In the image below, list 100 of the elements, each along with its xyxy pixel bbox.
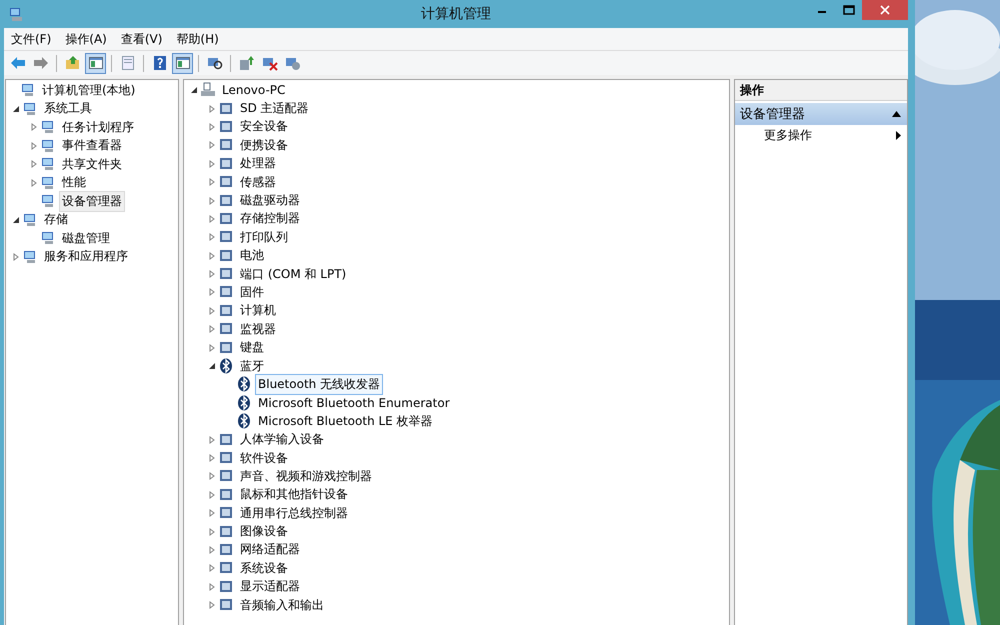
device-icon: [218, 118, 234, 135]
expand-arrow-icon[interactable]: [208, 325, 216, 334]
collapse-arrow-icon[interactable]: [12, 104, 20, 113]
device-icon: [218, 578, 234, 595]
submenu-arrow-icon: [896, 130, 901, 140]
tree-item[interactable]: 键盘: [237, 337, 267, 358]
tree-item[interactable]: 系统工具: [41, 98, 95, 120]
tree-item[interactable]: 计算机: [237, 300, 279, 322]
menu-item[interactable]: 查看(V): [120, 30, 162, 48]
tree-item[interactable]: 处理器: [237, 153, 279, 174]
device-icon: [218, 486, 234, 503]
tree-item[interactable]: 传感器: [237, 172, 279, 193]
tree-item[interactable]: 固件: [237, 282, 267, 303]
tree-item[interactable]: 系统设备: [237, 558, 291, 579]
expand-arrow-icon[interactable]: [208, 509, 216, 518]
tree-item[interactable]: 磁盘管理: [59, 228, 113, 249]
tree-item[interactable]: 事件查看器: [59, 135, 125, 156]
maximize-icon: [842, 5, 854, 15]
action-link[interactable]: 更多操作: [764, 126, 812, 144]
monitor-icon: [40, 193, 56, 210]
collapse-arrow-icon[interactable]: [190, 86, 198, 94]
expand-arrow-icon[interactable]: [208, 214, 216, 223]
expand-arrow-icon[interactable]: [12, 252, 20, 261]
menu-item[interactable]: 文件(F): [11, 30, 52, 48]
tree-item[interactable]: Microsoft Bluetooth Enumerator: [255, 394, 453, 412]
tree-item[interactable]: 鼠标和其他指针设备: [237, 484, 351, 506]
expand-arrow-icon[interactable]: [208, 270, 216, 278]
monitor-icon: [40, 138, 56, 154]
close-icon: [880, 5, 890, 15]
expand-arrow-icon[interactable]: [208, 490, 216, 499]
menu-item[interactable]: 操作(A): [65, 30, 107, 48]
pane-toggle-button[interactable]: [172, 52, 193, 74]
expand-arrow-icon[interactable]: [208, 528, 216, 536]
expand-arrow-icon[interactable]: [208, 472, 216, 480]
expand-arrow-icon[interactable]: [208, 582, 216, 591]
tree-item[interactable]: 打印队列: [237, 226, 291, 248]
collapse-arrow-icon[interactable]: [892, 111, 901, 117]
tree-item[interactable]: 存储: [41, 209, 71, 230]
expand-arrow-icon[interactable]: [30, 160, 38, 168]
tree-item[interactable]: 设备管理器: [59, 190, 125, 212]
tree-item[interactable]: 共享文件夹: [59, 154, 125, 175]
tree-item[interactable]: 性能: [59, 172, 89, 194]
section-header[interactable]: 设备管理器: [735, 103, 907, 125]
pane-toggle-button[interactable]: [85, 52, 106, 74]
expand-arrow-icon[interactable]: [208, 436, 216, 444]
tree-item[interactable]: Microsoft Bluetooth LE 枚举器: [255, 410, 436, 432]
expand-arrow-icon[interactable]: [208, 196, 216, 205]
computer-icon: [8, 6, 24, 22]
tree-item[interactable]: 显示适配器: [237, 576, 303, 598]
bluetooth-icon: [236, 394, 252, 411]
expand-arrow-icon[interactable]: [208, 306, 216, 315]
menu-item[interactable]: 帮助(H): [176, 30, 219, 48]
tree-item[interactable]: 服务和应用程序: [41, 246, 131, 268]
expand-arrow-icon[interactable]: [208, 601, 216, 610]
close-button[interactable]: [862, 0, 908, 20]
expand-arrow-icon[interactable]: [208, 454, 216, 462]
expand-arrow-icon[interactable]: [30, 142, 38, 150]
tree-item[interactable]: Bluetooth 无线收发器: [255, 374, 384, 395]
device-icon: [218, 340, 234, 356]
tree-item[interactable]: 计算机管理(本地): [39, 80, 138, 101]
device-icon: [218, 192, 234, 209]
monitor-icon: [22, 248, 38, 265]
bluetooth-icon: [236, 413, 252, 430]
bluetooth-icon: [218, 358, 234, 374]
device-icon: [218, 524, 234, 540]
expand-arrow-icon[interactable]: [208, 564, 216, 572]
window-title: 计算机管理: [421, 5, 491, 23]
expand-arrow-icon[interactable]: [30, 123, 38, 132]
collapse-arrow-icon[interactable]: [12, 216, 20, 224]
tree-item[interactable]: 任务计划程序: [59, 116, 137, 138]
expand-arrow-icon[interactable]: [208, 344, 216, 352]
monitor-icon: [40, 156, 56, 172]
tree-item[interactable]: 人体学输入设备: [237, 429, 327, 450]
tree-item[interactable]: 便携设备: [237, 134, 291, 156]
monitor-icon: [22, 212, 38, 228]
monitor-icon: [40, 230, 56, 246]
expand-arrow-icon[interactable]: [208, 122, 216, 131]
tree-item[interactable]: Lenovo-PC: [219, 81, 288, 100]
expand-arrow-icon[interactable]: [208, 104, 216, 113]
expand-arrow-icon[interactable]: [208, 252, 216, 260]
collapse-arrow-icon[interactable]: [208, 362, 216, 370]
device-icon: [218, 210, 234, 227]
expand-arrow-icon[interactable]: [208, 233, 216, 242]
expand-arrow-icon[interactable]: [208, 160, 216, 168]
expand-arrow-icon[interactable]: [208, 288, 216, 296]
expand-arrow-icon[interactable]: [208, 141, 216, 150]
device-icon: [218, 302, 234, 319]
device-icon: [218, 248, 234, 264]
tree-item[interactable]: 音频输入和输出: [237, 594, 327, 616]
tree-item[interactable]: 监视器: [237, 318, 279, 340]
tree-item[interactable]: 电池: [237, 245, 267, 266]
device-icon: [218, 432, 234, 448]
tree-item[interactable]: 端口 (COM 和 LPT): [237, 264, 350, 285]
expand-arrow-icon[interactable]: [30, 178, 38, 187]
tree-item[interactable]: 通用串行总线控制器: [237, 502, 351, 524]
expand-arrow-icon[interactable]: [208, 546, 216, 554]
monitor-icon: [20, 82, 36, 98]
monitor-icon: [22, 100, 38, 117]
expand-arrow-icon[interactable]: [208, 178, 216, 186]
monitor-icon: [40, 119, 56, 136]
